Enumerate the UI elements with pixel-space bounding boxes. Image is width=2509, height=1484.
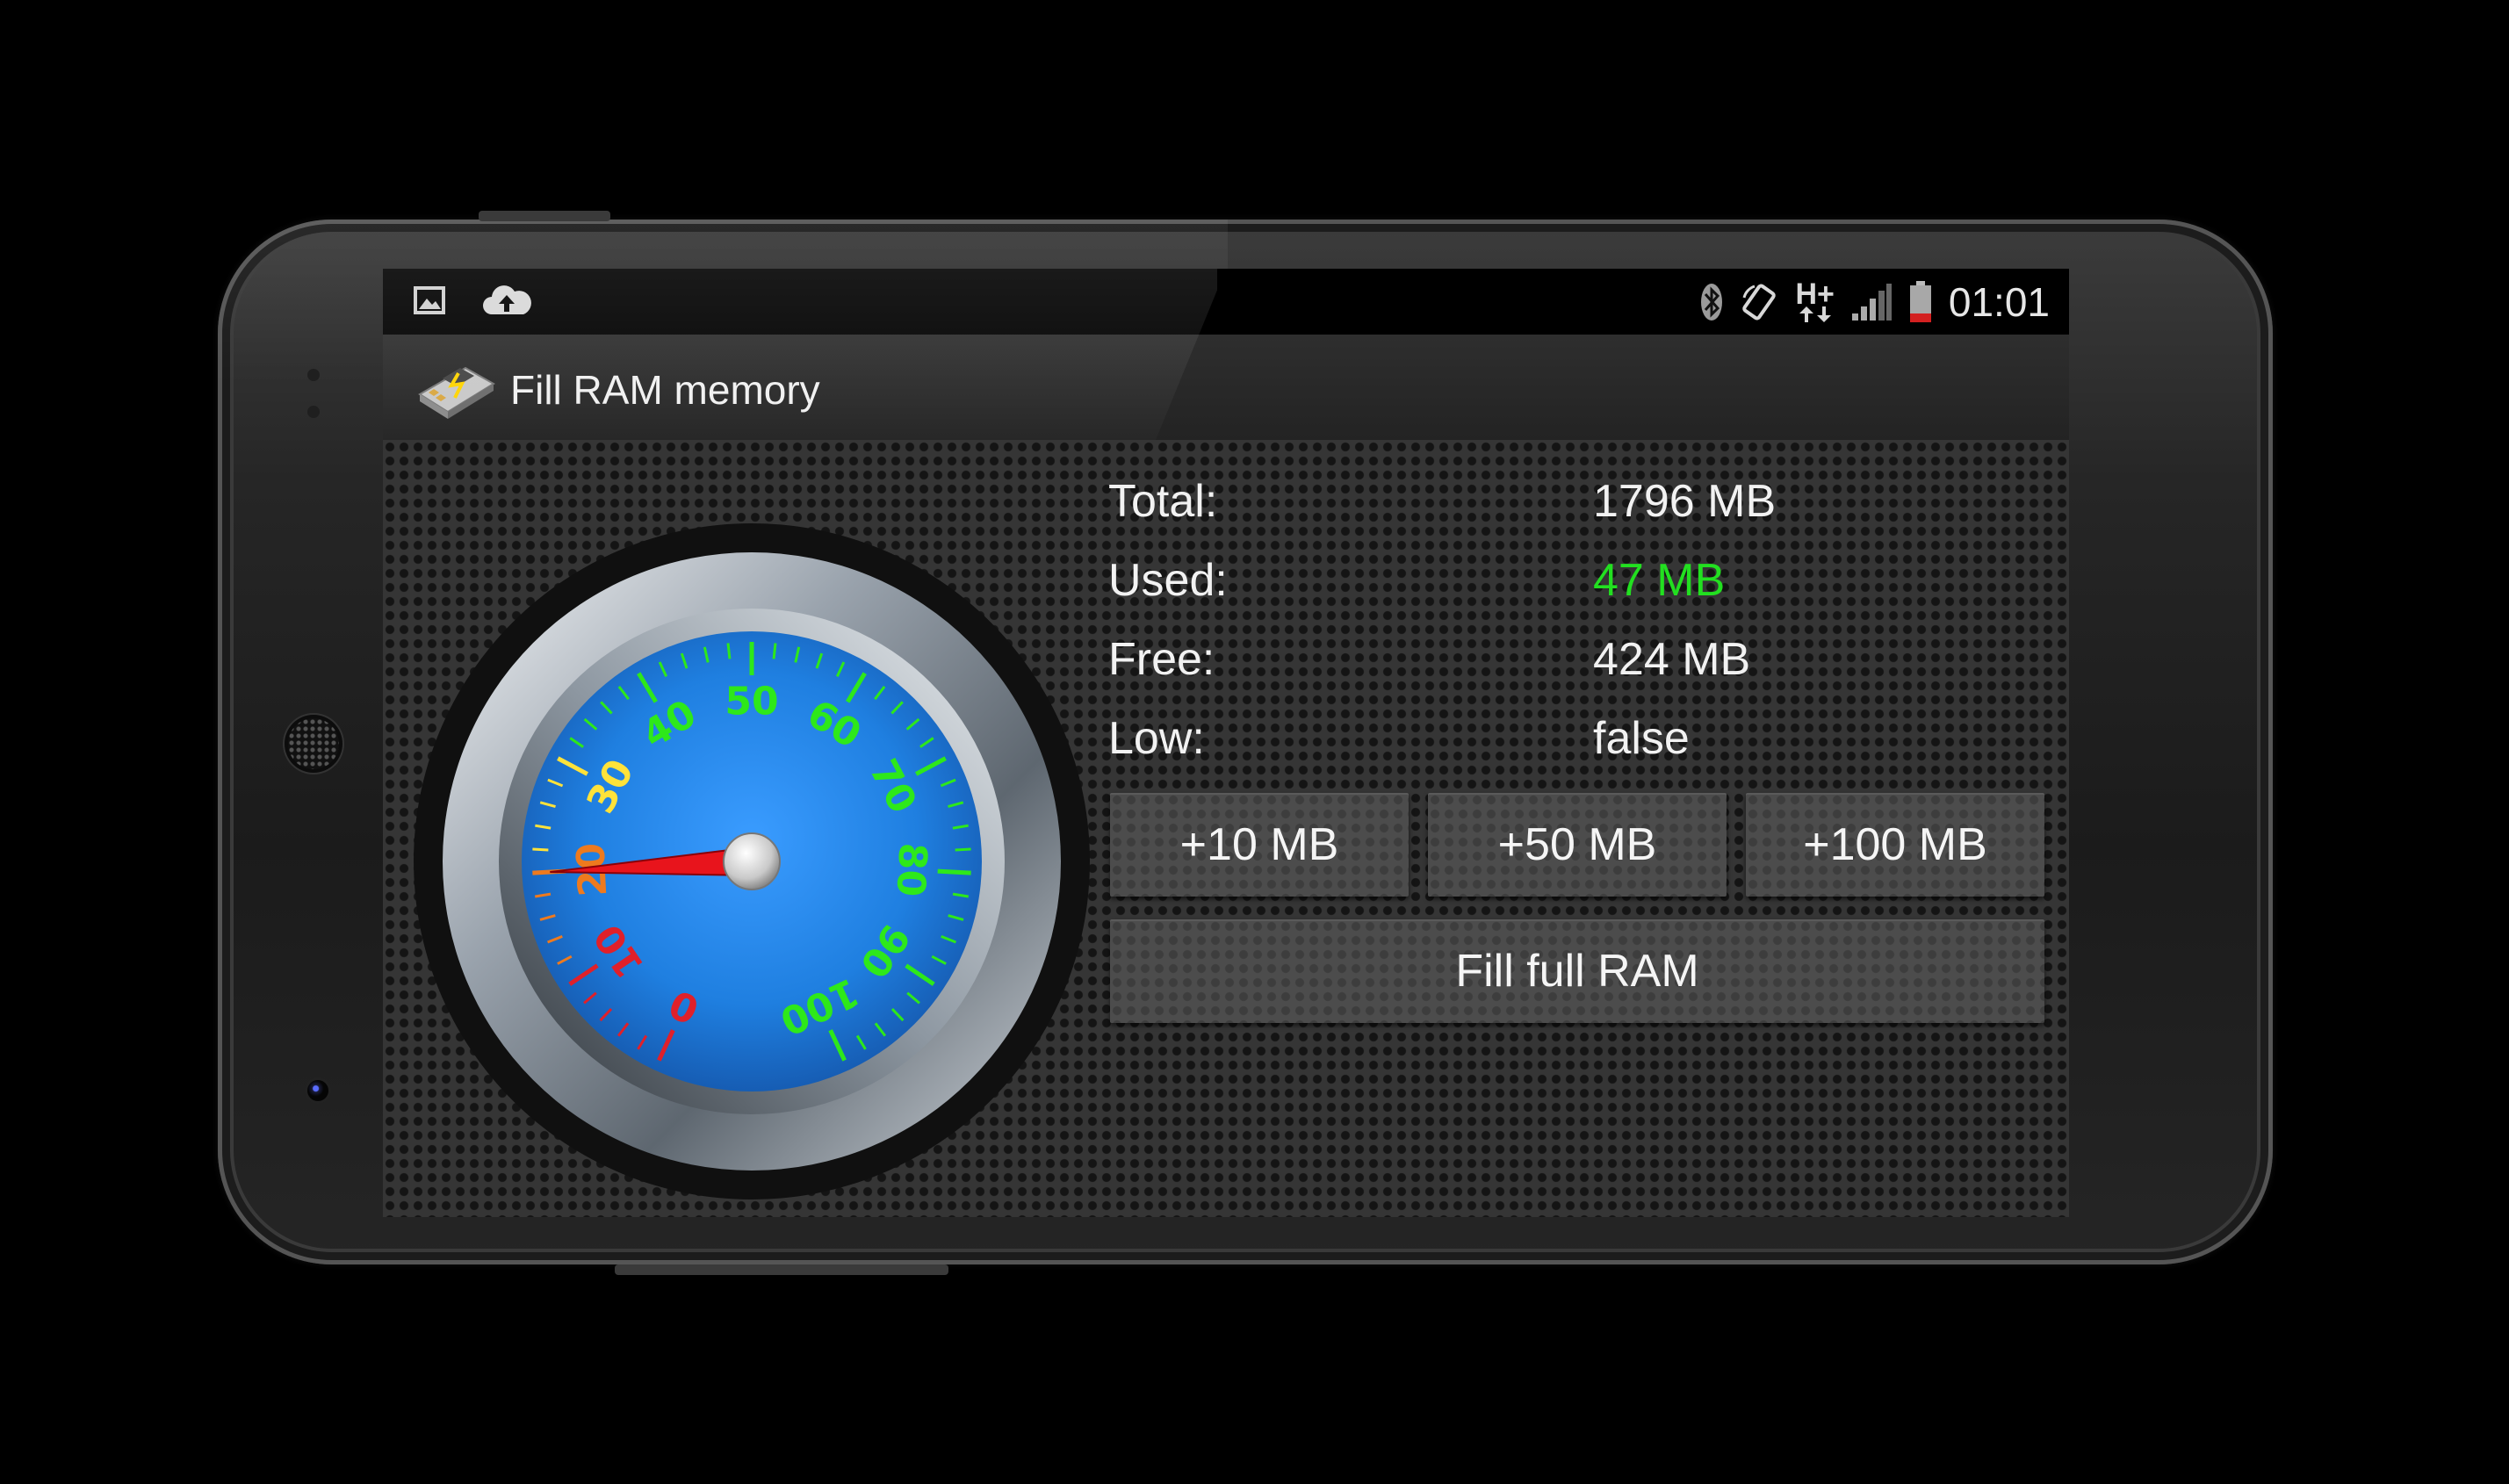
add-10mb-button[interactable]: +10 MB xyxy=(1110,793,1409,897)
notification-icons xyxy=(413,283,532,318)
used-label: Used: xyxy=(1108,555,1228,606)
low-value: false xyxy=(1593,713,1690,764)
network-type-label: H+ xyxy=(1795,277,1835,311)
total-value: 1796 MB xyxy=(1593,476,1777,527)
total-label: Total: xyxy=(1108,476,1218,527)
volume-button xyxy=(479,211,610,221)
add-100mb-button[interactable]: +100 MB xyxy=(1746,793,2044,897)
memory-card-icon[interactable] xyxy=(416,359,497,421)
gauge-minor-tick xyxy=(772,643,777,659)
light-sensor xyxy=(307,406,320,418)
used-row: Used: 47 MB xyxy=(1108,554,2048,624)
free-row: Free: 424 MB xyxy=(1108,633,2048,703)
hplus-data-icon: H+ xyxy=(1795,277,1835,322)
gauge-label-80: 80 xyxy=(888,842,935,898)
free-value: 424 MB xyxy=(1593,634,1751,685)
screen: H+ 01:01 Fill RAM memory 0 10 20 30 40 5… xyxy=(383,269,2069,1217)
gauge-hub xyxy=(723,832,781,890)
power-button xyxy=(615,1264,948,1275)
add-50mb-button[interactable]: +50 MB xyxy=(1428,793,1727,897)
data-arrows-icon xyxy=(1799,306,1831,322)
app-title: Fill RAM memory xyxy=(510,367,820,413)
front-camera xyxy=(307,1080,328,1101)
used-value: 47 MB xyxy=(1593,555,1726,606)
battery-low-icon xyxy=(1909,281,1931,322)
low-label: Low: xyxy=(1108,713,1205,764)
action-bar: Fill RAM memory xyxy=(383,335,2069,440)
gauge-label-50: 50 xyxy=(725,680,778,724)
gauge-minor-tick xyxy=(726,643,732,659)
ram-gauge: 010203040 50 60708090100 xyxy=(414,523,1090,1199)
image-icon xyxy=(414,286,445,314)
earpiece-speaker xyxy=(288,718,339,769)
signal-icon xyxy=(1851,284,1892,321)
status-bar: H+ 01:01 xyxy=(383,269,2069,335)
bluetooth-icon xyxy=(1701,284,1723,321)
free-label: Free: xyxy=(1108,634,1215,685)
system-icons: H+ 01:01 xyxy=(1700,276,2050,328)
proximity-sensor xyxy=(307,369,320,381)
screen-rotation-icon xyxy=(1742,284,1777,321)
low-row: Low: false xyxy=(1108,712,2048,782)
gauge-minor-tick xyxy=(955,847,971,852)
main-content: 0 10 20 30 40 50 60 70 80 90 100 Total: 1796 MB Us… xyxy=(383,440,2069,1217)
clock: 01:01 xyxy=(1948,279,2050,325)
gauge-major-tick xyxy=(937,868,971,875)
cloud-upload-icon xyxy=(483,285,531,314)
fill-full-ram-button[interactable]: Fill full RAM xyxy=(1110,919,2044,1023)
total-row: Total: 1796 MB xyxy=(1108,475,2048,545)
gauge-minor-tick xyxy=(532,847,549,852)
